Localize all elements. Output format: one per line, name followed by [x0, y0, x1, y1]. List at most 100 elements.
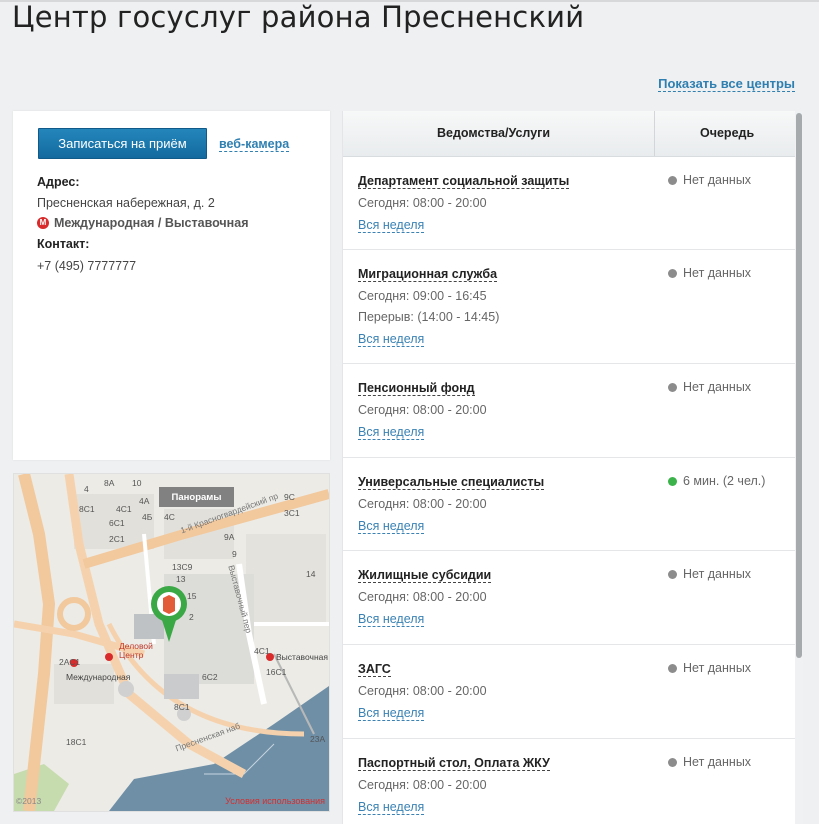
header-divider [654, 111, 655, 156]
status-dot-icon [668, 175, 677, 185]
service-hours: Сегодня: 08:00 - 20:00 [358, 590, 487, 604]
queue-status: Нет данных [668, 567, 751, 581]
status-dot-icon [668, 663, 677, 673]
building-label: 4А [139, 496, 150, 506]
queue-status: 6 мин. (2 чел.) [668, 474, 765, 488]
queue-text: Нет данных [683, 567, 752, 581]
services-panel: Ведомства/Услуги Очередь Департамент соц… [342, 111, 803, 824]
webcam-link[interactable]: веб-камера [219, 137, 290, 152]
place-label-metro-mezhdunarodnaya: Международная [66, 672, 131, 682]
status-dot-icon [668, 476, 677, 486]
building-label: 4Б [142, 512, 153, 522]
building-label: 2АС1 [59, 657, 81, 667]
address-value: Пресненская набережная, д. 2 [37, 196, 215, 210]
queue-status: Нет данных [668, 380, 751, 394]
building-label: 13 [176, 574, 186, 584]
building-label: 15 [187, 591, 197, 601]
building-label: 23А [310, 734, 326, 744]
queue-status: Нет данных [668, 755, 751, 769]
building-label: 9С [284, 492, 295, 502]
status-dot-icon [668, 569, 677, 579]
service-row: Миграционная служба Сегодня: 09:00 - 16:… [343, 250, 795, 364]
building-label: 4С1 [116, 504, 132, 514]
address-label: Адрес: [37, 175, 80, 189]
status-dot-icon [668, 757, 677, 767]
building-label: 8С1 [174, 702, 190, 712]
building-label: 3С1 [284, 508, 300, 518]
queue-status: Нет данных [668, 266, 751, 280]
week-schedule-link[interactable]: Вся неделя [358, 332, 425, 347]
building-label: 2С1 [109, 534, 125, 544]
service-hours: Сегодня: 08:00 - 20:00 [358, 196, 487, 210]
book-appointment-button[interactable]: Записаться на приём [38, 128, 207, 159]
metro-station: М Международная / Выставочная [37, 216, 248, 230]
map-terms-link[interactable]: Условия использования [225, 796, 325, 806]
place-label-business-center: Деловой Центр [119, 641, 153, 660]
services-scrollbar[interactable] [795, 111, 803, 824]
queue-text: Нет данных [683, 661, 752, 675]
building-label: 8А [104, 478, 115, 488]
week-schedule-link[interactable]: Вся неделя [358, 706, 425, 721]
column-header-services: Ведомства/Услуги [437, 126, 551, 140]
week-schedule-link[interactable]: Вся неделя [358, 800, 425, 815]
map-canvas [14, 474, 329, 811]
scrollbar-thumb[interactable] [796, 113, 802, 658]
metro-icon: М [37, 217, 49, 229]
queue-status: Нет данных [668, 173, 751, 187]
location-map[interactable]: 8А 10 9С 8С1 4С1 4С 3С1 4Б 6С1 4А 4 2С1 … [13, 473, 330, 812]
contact-label: Контакт: [37, 237, 90, 251]
service-name[interactable]: ЗАГС [358, 662, 391, 677]
center-info-card: Записаться на приём веб-камера Адрес: Пр… [13, 111, 330, 460]
service-name[interactable]: Миграционная служба [358, 267, 498, 282]
service-name[interactable]: Универсальные специалисты [358, 475, 545, 490]
building-label: 6С2 [202, 672, 218, 682]
service-break: Перерыв: (14:00 - 14:45) [358, 310, 500, 324]
queue-status: Нет данных [668, 661, 751, 675]
status-dot-icon [668, 382, 677, 392]
service-hours: Сегодня: 08:00 - 20:00 [358, 403, 487, 417]
queue-text: Нет данных [683, 173, 752, 187]
queue-text: Нет данных [683, 380, 752, 394]
page-title: Центр госуслуг района Пресненский [12, 0, 585, 34]
building-label: 18С1 [66, 737, 87, 747]
service-hours: Сегодня: 09:00 - 16:45 [358, 289, 487, 303]
queue-text: Нет данных [683, 755, 752, 769]
service-hours: Сегодня: 08:00 - 20:00 [358, 497, 487, 511]
map-copyright: ©2013 [16, 796, 42, 806]
building-label: 4 [84, 484, 89, 494]
queue-text: 6 мин. (2 чел.) [683, 474, 766, 488]
building-label: 6С1 [109, 518, 125, 528]
building-label: 10 [132, 478, 142, 488]
services-table-header: Ведомства/Услуги Очередь [343, 111, 795, 157]
service-name[interactable]: Паспортный стол, Оплата ЖКУ [358, 756, 550, 771]
service-row: Паспортный стол, Оплата ЖКУ Сегодня: 08:… [343, 739, 795, 824]
service-row: Департамент социальной защиты Сегодня: 0… [343, 157, 795, 250]
week-schedule-link[interactable]: Вся неделя [358, 218, 425, 233]
service-row: Универсальные специалисты Сегодня: 08:00… [343, 458, 795, 551]
service-name[interactable]: Пенсионный фонд [358, 381, 475, 396]
building-label: 9А [224, 532, 235, 542]
service-hours: Сегодня: 08:00 - 20:00 [358, 684, 487, 698]
show-all-centers-link[interactable]: Показать все центры [658, 76, 795, 92]
status-dot-icon [668, 268, 677, 278]
building-label: 8С1 [79, 504, 95, 514]
service-row: Жилищные субсидии Сегодня: 08:00 - 20:00… [343, 551, 795, 645]
service-hours: Сегодня: 08:00 - 20:00 [358, 778, 487, 792]
service-name[interactable]: Жилищные субсидии [358, 568, 492, 583]
service-name[interactable]: Департамент социальной защиты [358, 174, 570, 189]
building-label: 4С [164, 512, 175, 522]
service-row: ЗАГС Сегодня: 08:00 - 20:00 Вся неделя Н… [343, 645, 795, 739]
building-label: 2 [189, 612, 194, 622]
building-label: 4С1 [254, 646, 270, 656]
building-label: 9 [232, 549, 237, 559]
week-schedule-link[interactable]: Вся неделя [358, 612, 425, 627]
week-schedule-link[interactable]: Вся неделя [358, 519, 425, 534]
queue-text: Нет данных [683, 266, 752, 280]
building-label: 16С1 [266, 667, 287, 677]
panoramas-button[interactable]: Панорамы [159, 487, 234, 507]
column-header-queue: Очередь [700, 126, 755, 140]
place-label-metro-vystavochnaya: Выставочная [276, 652, 328, 662]
building-label: 14 [306, 569, 316, 579]
week-schedule-link[interactable]: Вся неделя [358, 425, 425, 440]
service-row: Пенсионный фонд Сегодня: 08:00 - 20:00 В… [343, 364, 795, 458]
